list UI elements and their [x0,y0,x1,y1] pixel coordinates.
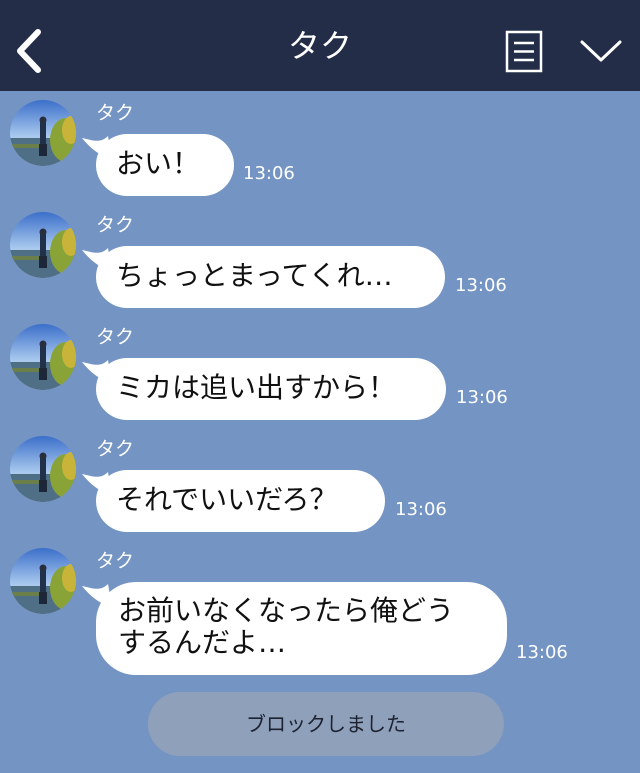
sender-name: タク [96,214,135,236]
toggle-button[interactable] [578,36,624,66]
menu-button[interactable] [505,30,543,73]
message-time: 13:06 [395,499,447,520]
message-bubble[interactable]: お前いなくなったら俺どう するんだよ… [96,582,507,675]
sender-name: タク [96,102,135,124]
chat-title: タク [287,27,352,65]
avatar-photo-icon [10,436,76,502]
avatar[interactable] [10,324,76,390]
avatar-photo-icon [10,100,76,166]
document-menu-icon [505,30,543,73]
message-text-line: お前いなくなったら俺どう [118,594,455,627]
message-bubble[interactable]: おい！ [96,134,234,196]
sender-name: タク [96,438,135,460]
message-text: それでいいだろ？ [116,483,338,516]
avatar[interactable] [10,548,76,614]
message-bubble[interactable]: ミカは追い出すから！ [96,358,446,420]
message-bubble[interactable]: それでいいだろ？ [96,470,385,532]
avatar[interactable] [10,100,76,166]
message-time: 13:06 [243,163,295,184]
message-time: 13:06 [516,642,568,663]
avatar-photo-icon [10,324,76,390]
chevron-down-icon [580,40,622,62]
avatar[interactable] [10,212,76,278]
message-time: 13:06 [455,275,507,296]
message-text: ミカは追い出すから！ [116,371,397,404]
avatar[interactable] [10,436,76,502]
message-time: 13:06 [456,387,508,408]
message-text-line: するんだよ… [118,626,287,659]
chat-header: タク [0,0,640,91]
avatar-photo-icon [10,212,76,278]
message-text: おい！ [116,147,201,180]
message-text: ちょっとまってくれ… [116,259,393,292]
avatar-photo-icon [10,548,76,614]
blocked-notice: ブロックしました [148,692,504,756]
sender-name: タク [96,550,135,572]
message-bubble[interactable]: ちょっとまってくれ… [96,246,445,308]
sender-name: タク [96,326,135,348]
